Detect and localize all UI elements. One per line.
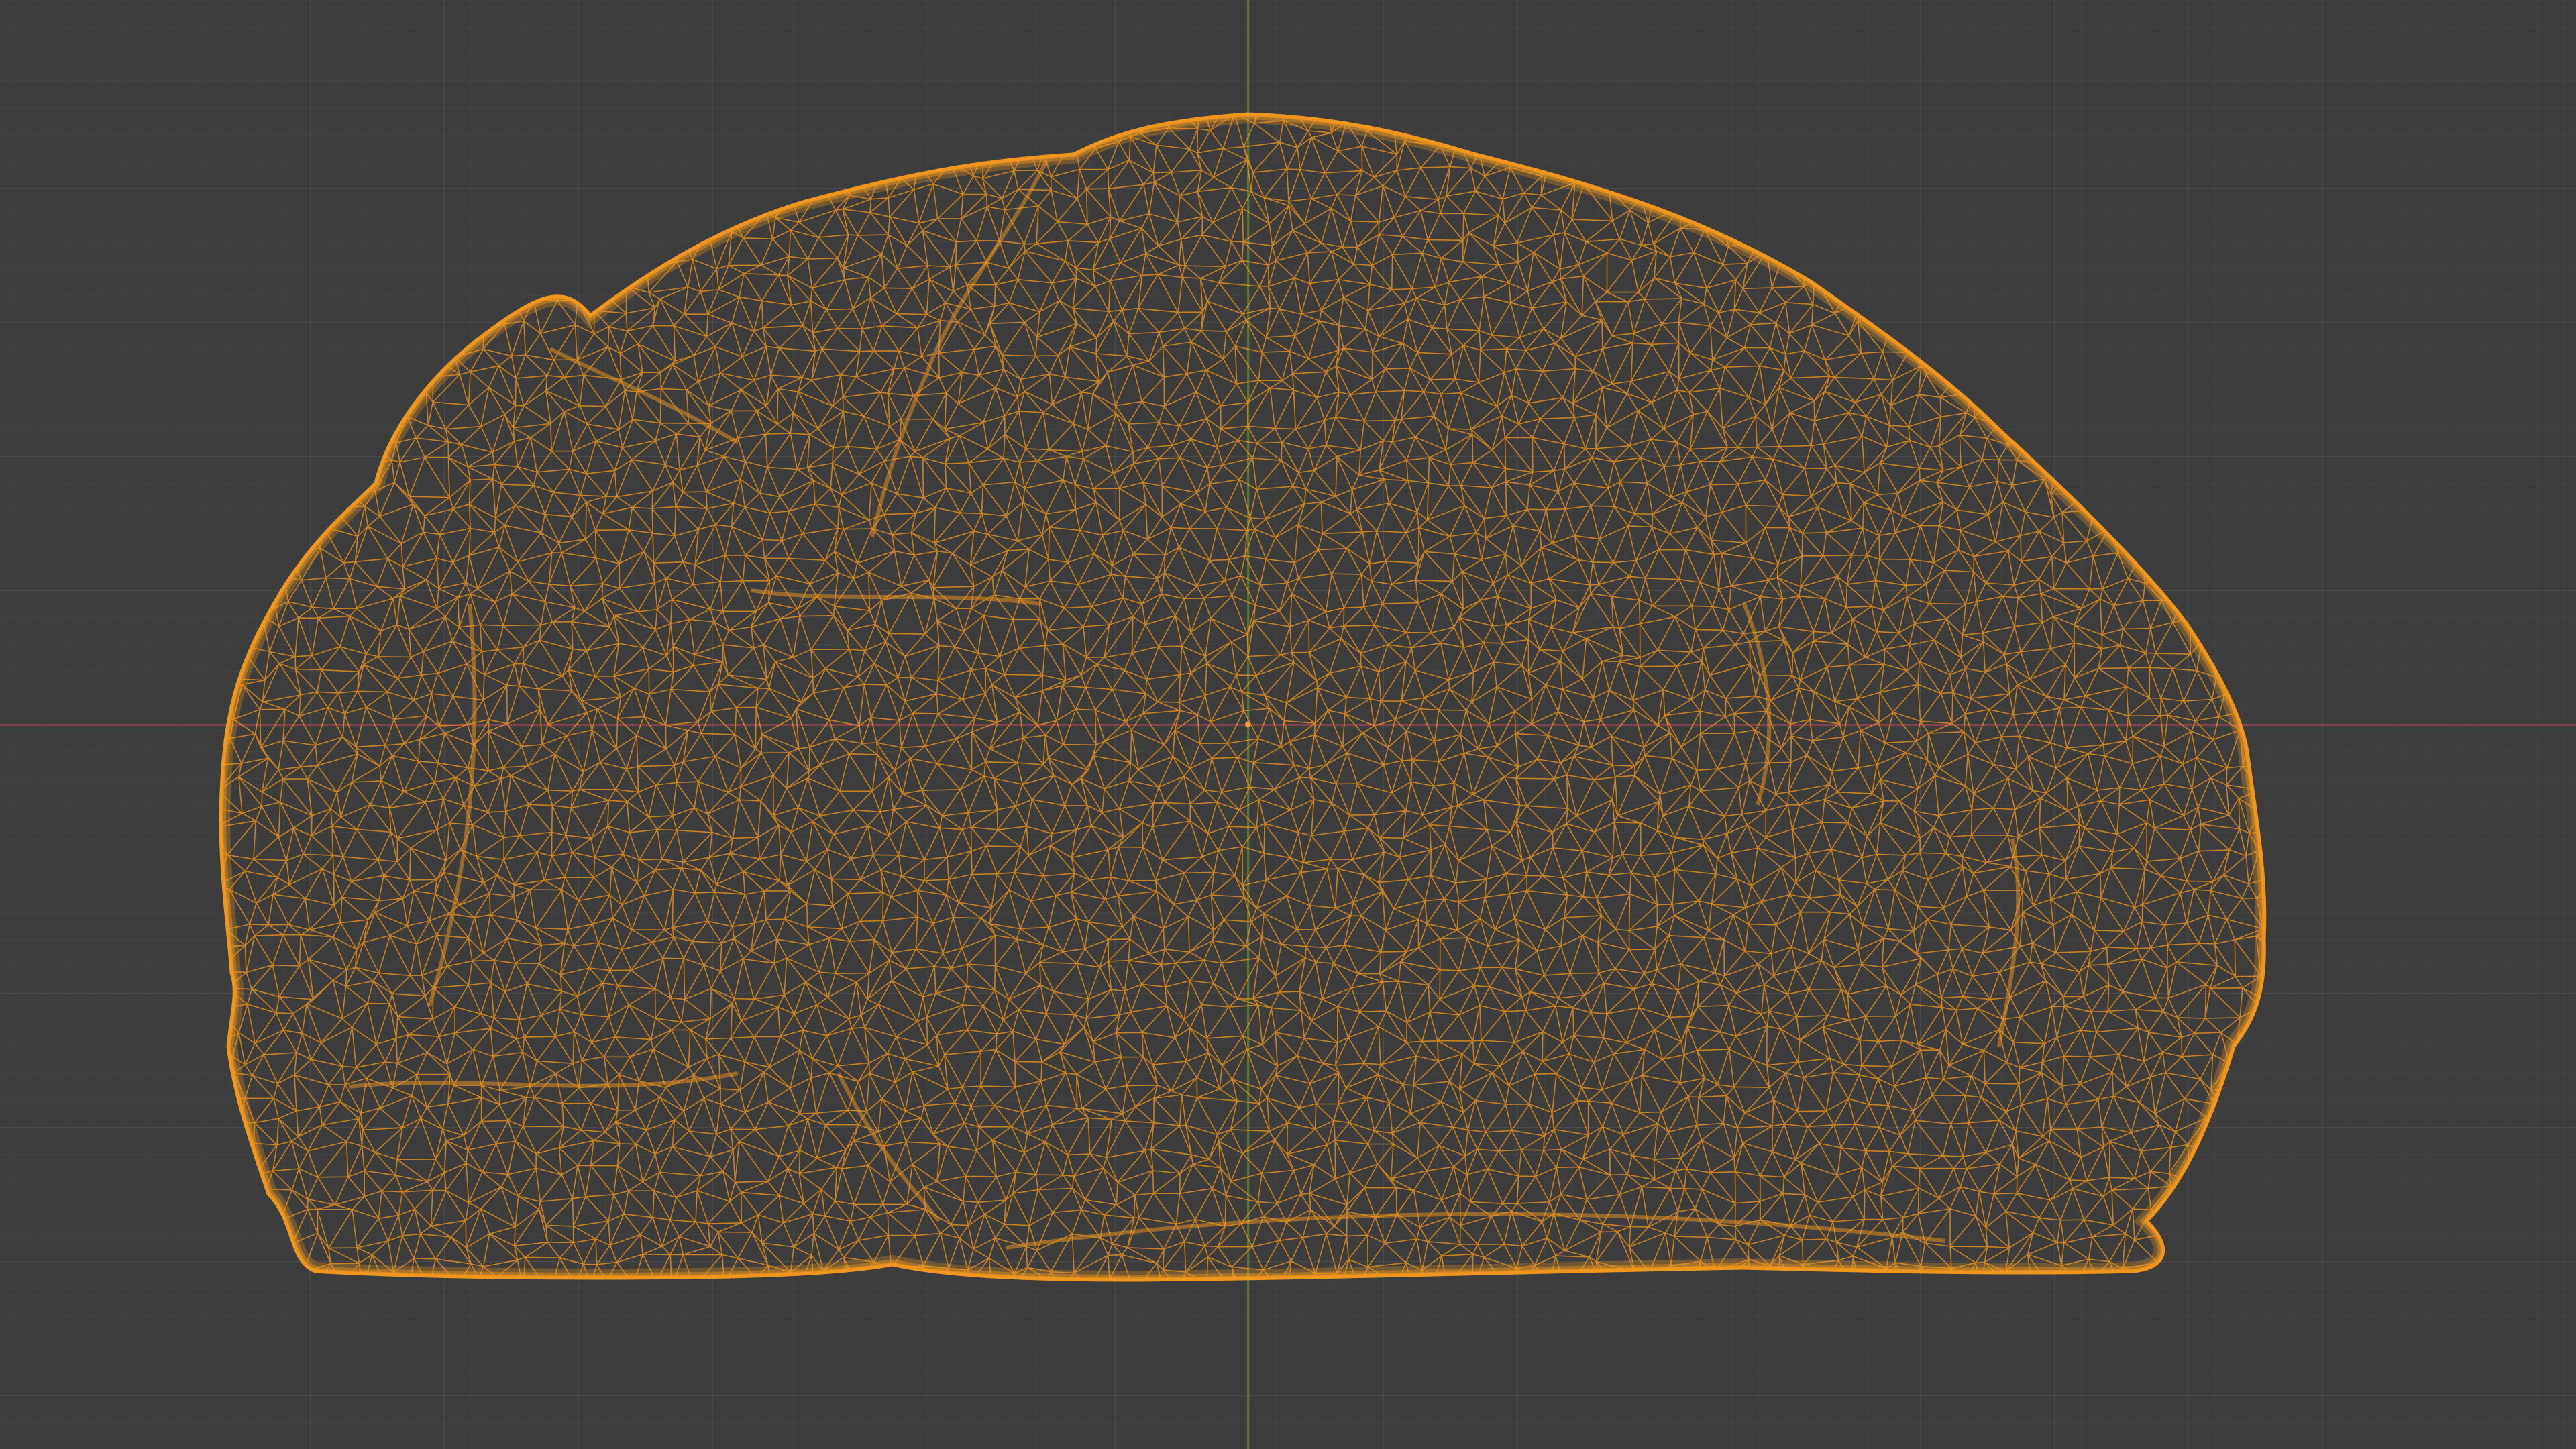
3d-viewport[interactable] <box>0 0 2576 1449</box>
object-origin-dot <box>1245 722 1250 727</box>
mesh-wire-edges <box>220 114 2265 1280</box>
mesh-wire-group <box>220 114 2265 1280</box>
mesh-ridge-2 <box>549 347 739 445</box>
mesh-ridge-3 <box>751 588 1040 606</box>
mesh-ridge-8 <box>1997 838 2021 1047</box>
wireframe-mesh[interactable] <box>0 0 2576 1449</box>
